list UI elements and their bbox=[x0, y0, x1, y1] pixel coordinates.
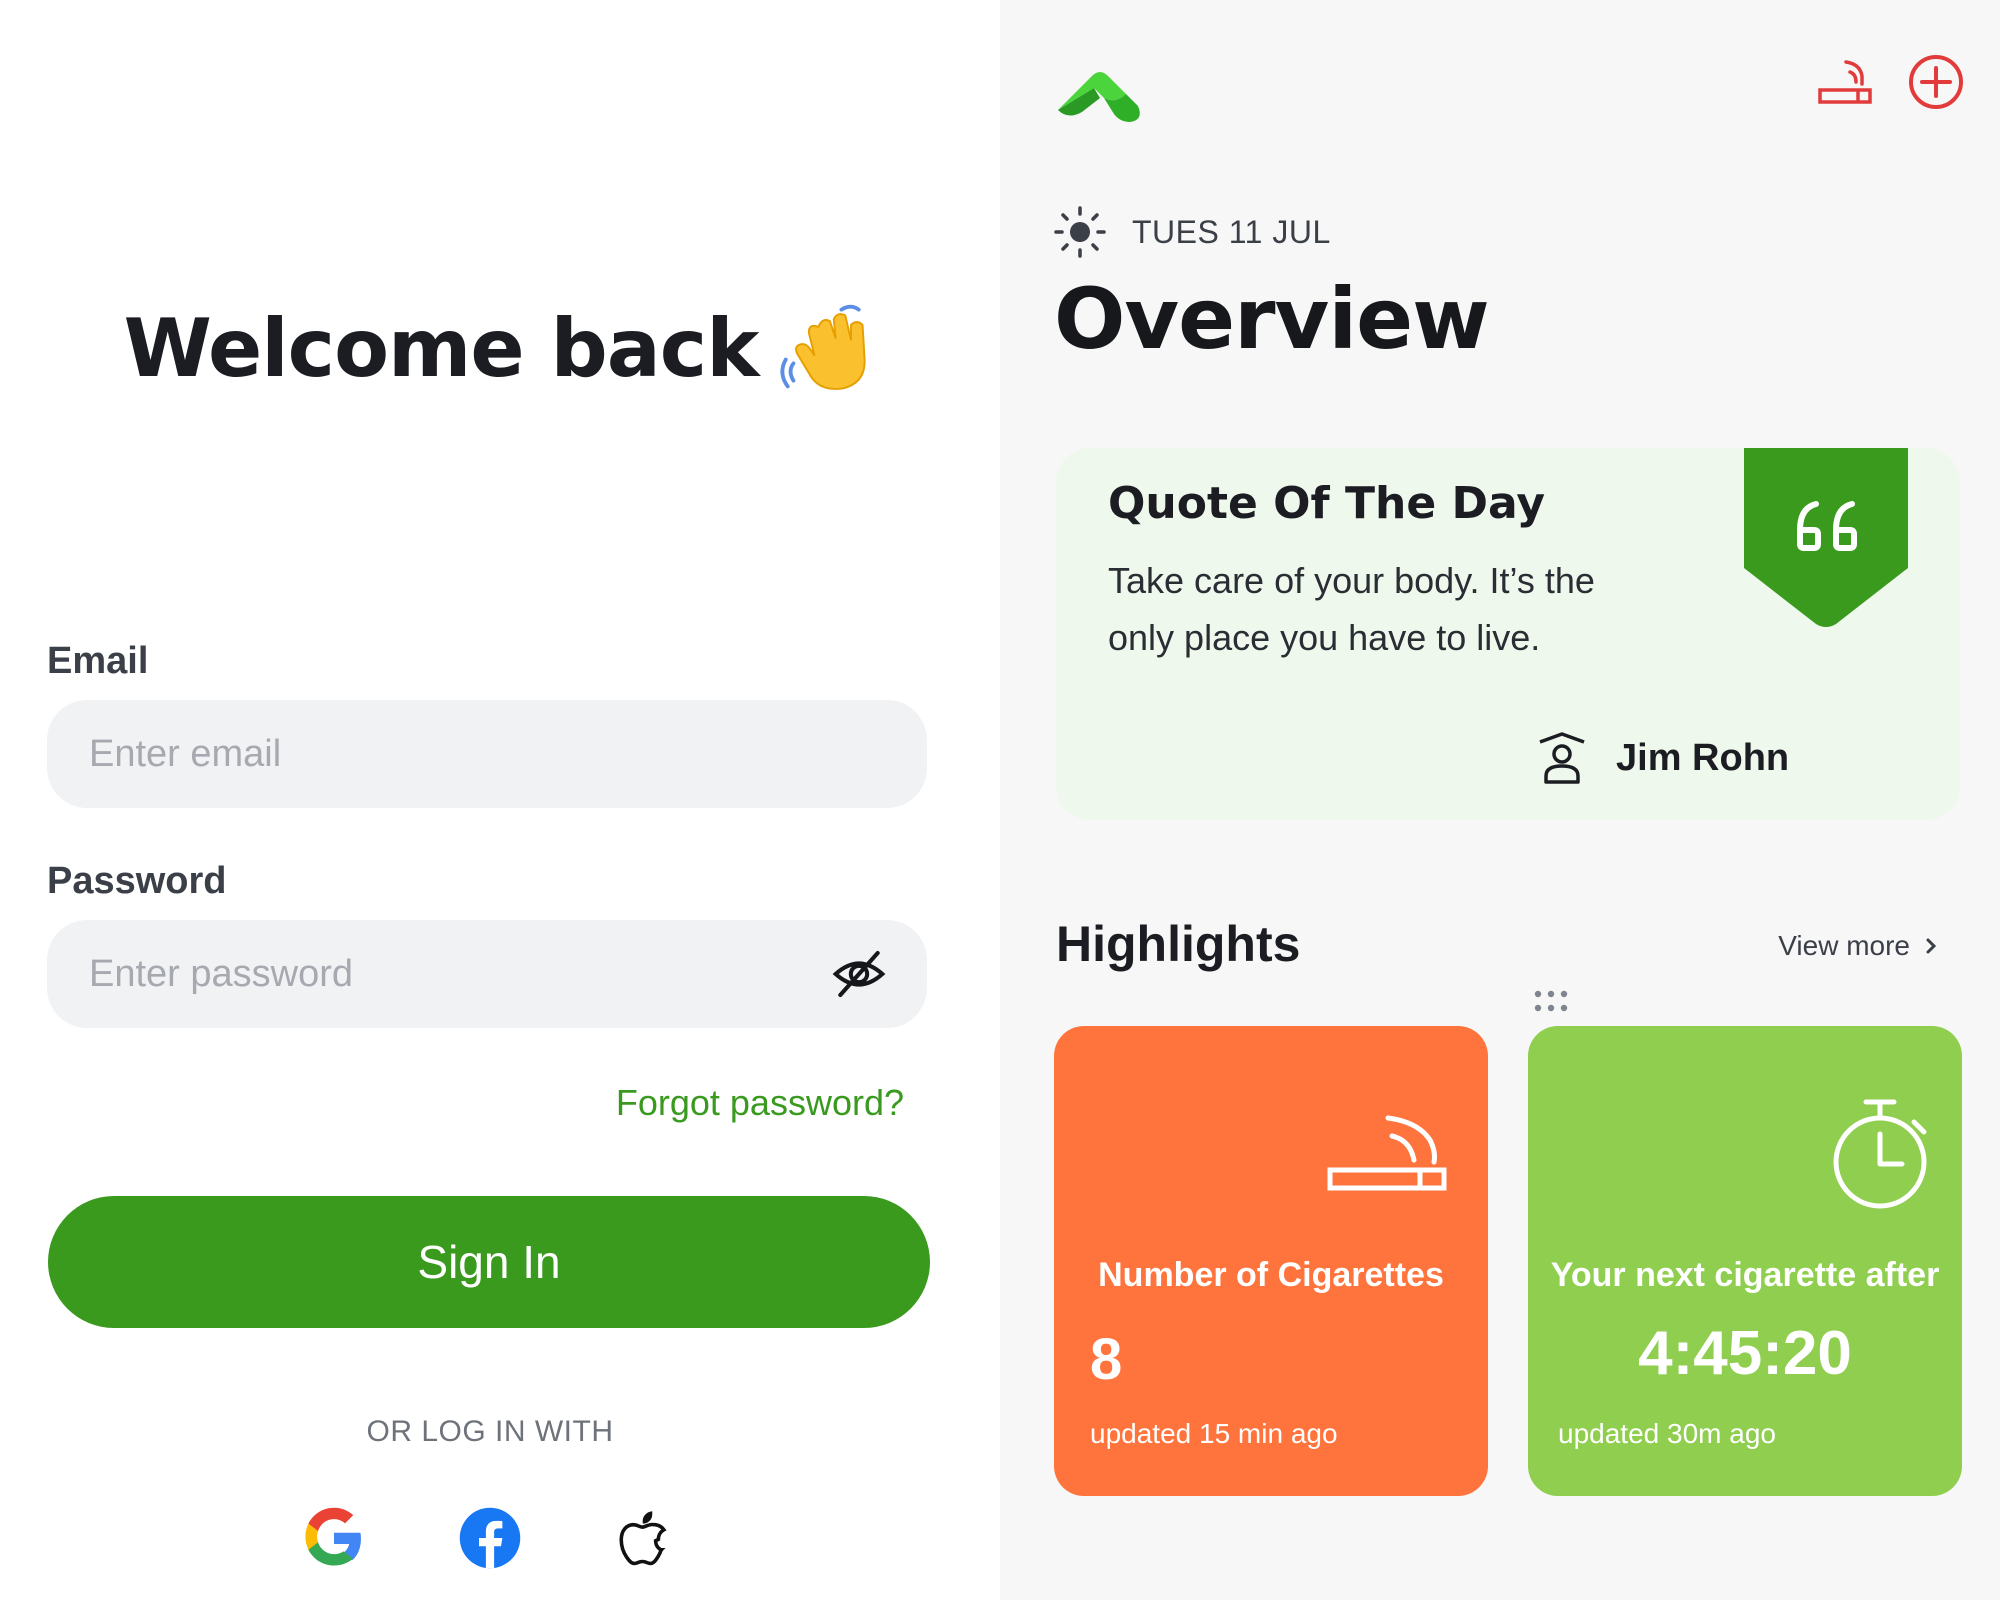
view-more-link[interactable]: View more bbox=[1778, 930, 1938, 962]
stopwatch-icon bbox=[1833, 1099, 1927, 1209]
quote-author: Jim Rohn bbox=[1534, 730, 1789, 786]
page-title: Overview bbox=[1054, 270, 1490, 368]
date-label: TUES 11 JUL bbox=[1132, 213, 1331, 250]
welcome-heading: Welcome back bbox=[0, 300, 1000, 396]
password-label: Password bbox=[47, 860, 227, 902]
cigarette-count-title: Number of Cigarettes bbox=[1098, 1256, 1444, 1294]
next-cigarette-updated: updated 30m ago bbox=[1558, 1418, 1776, 1449]
email-field-container bbox=[47, 700, 927, 808]
author-name: Jim Rohn bbox=[1616, 736, 1790, 779]
google-login-button[interactable] bbox=[301, 1505, 367, 1571]
cigarette-count-value: 8 bbox=[1090, 1327, 1123, 1392]
top-actions bbox=[1816, 52, 1966, 112]
quote-of-the-day-card: Quote Of The Day Take care of your body.… bbox=[1056, 448, 1960, 820]
drag-handle-icon[interactable] bbox=[1532, 988, 1570, 1014]
add-circle-icon[interactable] bbox=[1906, 52, 1966, 112]
facebook-login-button[interactable] bbox=[457, 1505, 523, 1571]
status-bar bbox=[60, 0, 940, 6]
facebook-icon bbox=[459, 1507, 521, 1569]
highlights-title: Highlights bbox=[1056, 916, 1301, 972]
author-icon bbox=[1539, 732, 1585, 784]
password-field[interactable] bbox=[87, 951, 831, 997]
apple-login-button[interactable] bbox=[613, 1505, 679, 1571]
or-login-with-label: OR LOG IN WITH bbox=[366, 1415, 614, 1448]
quote-text: Take care of your body. It’s the only pl… bbox=[1108, 560, 1595, 658]
cigarette-log-icon[interactable] bbox=[1816, 52, 1876, 112]
view-more-label: View more bbox=[1778, 930, 1910, 961]
sign-in-button[interactable]: Sign In bbox=[48, 1196, 930, 1328]
next-cigarette-title: Your next cigarette after bbox=[1550, 1256, 1940, 1294]
email-field[interactable] bbox=[87, 731, 887, 777]
quote-card-title: Quote Of The Day bbox=[1108, 478, 1546, 529]
google-icon bbox=[305, 1507, 361, 1566]
cigarette-count-card[interactable]: Number of Cigarettes 8 updated 15 min ag… bbox=[1054, 1026, 1488, 1496]
date-row: TUES 11 JUL bbox=[1054, 206, 1331, 258]
forgot-password-link[interactable]: Forgot password? bbox=[616, 1082, 904, 1124]
next-cigarette-timer: 4:45:20 bbox=[1638, 1319, 1852, 1388]
welcome-title: Welcome back bbox=[123, 301, 760, 395]
eye-slash-icon[interactable] bbox=[831, 946, 887, 1002]
quote-mark-icon bbox=[1744, 448, 1908, 627]
sun-icon bbox=[1054, 206, 1106, 258]
cigarette-count-updated: updated 15 min ago bbox=[1090, 1418, 1338, 1449]
cigarette-icon bbox=[1327, 1115, 1447, 1191]
chevron-right-icon bbox=[1926, 938, 1937, 954]
next-cigarette-card[interactable]: Your next cigarette after 4:45:20 update… bbox=[1528, 1026, 1962, 1496]
waving-hand-icon bbox=[780, 304, 866, 390]
login-screen: Welcome back Email Password Forgot passw… bbox=[0, 0, 1000, 1600]
password-field-container bbox=[47, 920, 927, 1028]
apple-icon bbox=[619, 1511, 667, 1566]
app-logo bbox=[1058, 72, 1140, 122]
social-login-row bbox=[0, 1505, 980, 1571]
email-label: Email bbox=[47, 640, 149, 682]
